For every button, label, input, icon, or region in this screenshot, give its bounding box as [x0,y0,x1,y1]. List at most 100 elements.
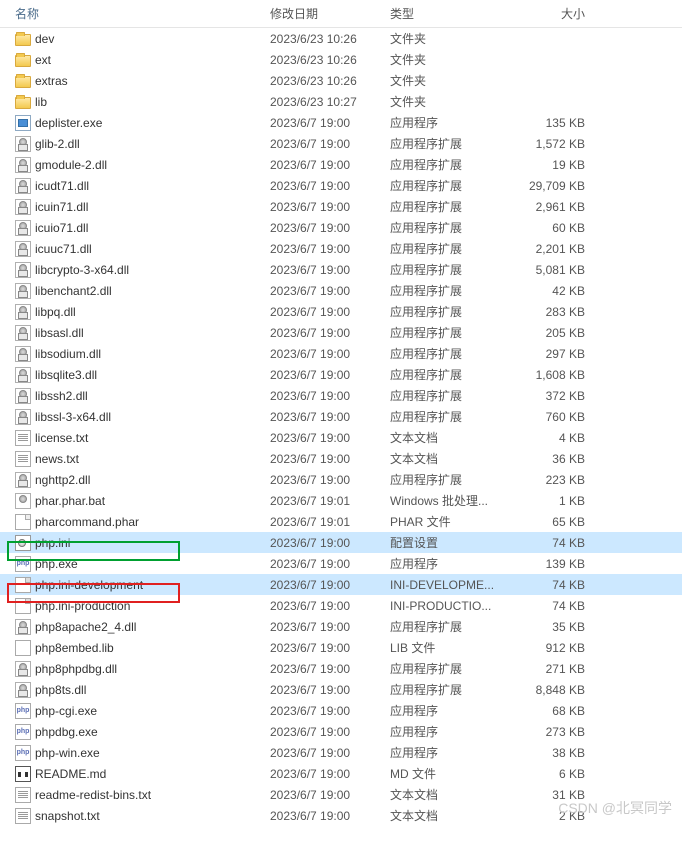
file-size: 42 KB [515,284,615,298]
file-name-cell: icuuc71.dll [15,241,270,257]
folder-icon [15,55,31,67]
file-row[interactable]: libsodium.dll2023/6/7 19:00应用程序扩展297 KB [0,343,682,364]
file-row[interactable]: phpphp.exe2023/6/7 19:00应用程序139 KB [0,553,682,574]
php-icon: php [15,724,31,740]
file-name: php8ts.dll [35,683,86,697]
dll-icon [15,304,31,320]
file-type: 应用程序 [390,702,515,719]
file-name: php8apache2_4.dll [35,620,136,634]
file-row[interactable]: php8apache2_4.dll2023/6/7 19:00应用程序扩展35 … [0,616,682,637]
file-name: php.ini [35,536,70,550]
file-row[interactable]: phar.phar.bat2023/6/7 19:01Windows 批处理..… [0,490,682,511]
php-icon: php [15,556,31,572]
column-header-date[interactable]: 修改日期 [270,5,390,22]
file-name: license.txt [35,431,88,445]
file-date: 2023/6/7 19:00 [270,179,390,193]
file-name-cell: libsqlite3.dll [15,367,270,383]
file-row[interactable]: php8embed.lib2023/6/7 19:00LIB 文件912 KB [0,637,682,658]
file-name-cell: php8ts.dll [15,682,270,698]
file-row[interactable]: libpq.dll2023/6/7 19:00应用程序扩展283 KB [0,301,682,322]
file-size: 29,709 KB [515,179,615,193]
file-name: php.ini-development [35,578,143,592]
php-icon: php [15,745,31,761]
file-row[interactable]: README.md2023/6/7 19:00MD 文件6 KB [0,763,682,784]
file-name-cell: lib [15,95,270,109]
file-name: icudt71.dll [35,179,89,193]
file-size: 223 KB [515,473,615,487]
file-row[interactable]: gmodule-2.dll2023/6/7 19:00应用程序扩展19 KB [0,154,682,175]
file-row[interactable]: php.ini2023/6/7 19:00配置设置74 KB [0,532,682,553]
file-row[interactable]: libsasl.dll2023/6/7 19:00应用程序扩展205 KB [0,322,682,343]
file-row[interactable]: libenchant2.dll2023/6/7 19:00应用程序扩展42 KB [0,280,682,301]
dll-icon [15,136,31,152]
file-size: 760 KB [515,410,615,424]
file-name-cell: extras [15,74,270,88]
file-row[interactable]: libssl-3-x64.dll2023/6/7 19:00应用程序扩展760 … [0,406,682,427]
file-row[interactable]: icudt71.dll2023/6/7 19:00应用程序扩展29,709 KB [0,175,682,196]
file-date: 2023/6/7 19:00 [270,809,390,823]
file-name-cell: news.txt [15,451,270,467]
file-row[interactable]: phpphpdbg.exe2023/6/7 19:00应用程序273 KB [0,721,682,742]
file-row[interactable]: deplister.exe2023/6/7 19:00应用程序135 KB [0,112,682,133]
file-size: 65 KB [515,515,615,529]
file-name-cell: phpphpdbg.exe [15,724,270,740]
file-date: 2023/6/7 19:00 [270,410,390,424]
file-name: php-win.exe [35,746,100,760]
file-date: 2023/6/7 19:00 [270,578,390,592]
file-row[interactable]: nghttp2.dll2023/6/7 19:00应用程序扩展223 KB [0,469,682,490]
file-type: 文件夹 [390,30,515,47]
file-type: 应用程序扩展 [390,345,515,362]
file-row[interactable]: php.ini-production2023/6/7 19:00INI-PROD… [0,595,682,616]
file-row[interactable]: libssh2.dll2023/6/7 19:00应用程序扩展372 KB [0,385,682,406]
file-type: 应用程序扩展 [390,198,515,215]
file-type: 文件夹 [390,93,515,110]
file-size: 1,608 KB [515,368,615,382]
file-row[interactable]: icuuc71.dll2023/6/7 19:00应用程序扩展2,201 KB [0,238,682,259]
file-size: 74 KB [515,578,615,592]
file-size: 297 KB [515,347,615,361]
file-date: 2023/6/7 19:00 [270,200,390,214]
file-size: 283 KB [515,305,615,319]
file-type: INI-PRODUCTIO... [390,599,515,613]
column-header-type[interactable]: 类型 [390,5,515,22]
file-date: 2023/6/7 19:01 [270,515,390,529]
file-name: phar.phar.bat [35,494,105,508]
file-row[interactable]: readme-redist-bins.txt2023/6/7 19:00文本文档… [0,784,682,805]
column-header-name[interactable]: 名称 [15,5,270,22]
file-date: 2023/6/7 19:00 [270,158,390,172]
file-row[interactable]: lib2023/6/23 10:27文件夹 [0,91,682,112]
file-type: 应用程序扩展 [390,660,515,677]
dll-icon [15,388,31,404]
file-row[interactable]: ext2023/6/23 10:26文件夹 [0,49,682,70]
file-type: 应用程序扩展 [390,135,515,152]
file-date: 2023/6/7 19:00 [270,536,390,550]
txt-icon [15,430,31,446]
file-row[interactable]: php8phpdbg.dll2023/6/7 19:00应用程序扩展271 KB [0,658,682,679]
file-row[interactable]: libsqlite3.dll2023/6/7 19:00应用程序扩展1,608 … [0,364,682,385]
file-row[interactable]: license.txt2023/6/7 19:00文本文档4 KB [0,427,682,448]
file-name-cell: libcrypto-3-x64.dll [15,262,270,278]
file-type: 应用程序扩展 [390,471,515,488]
file-row[interactable]: dev2023/6/23 10:26文件夹 [0,28,682,49]
file-row[interactable]: phpphp-win.exe2023/6/7 19:00应用程序38 KB [0,742,682,763]
file-type: 应用程序扩展 [390,324,515,341]
column-header-size[interactable]: 大小 [515,5,615,22]
file-row[interactable]: snapshot.txt2023/6/7 19:00文本文档2 KB [0,805,682,826]
file-name: libsqlite3.dll [35,368,97,382]
file-row[interactable]: php8ts.dll2023/6/7 19:00应用程序扩展8,848 KB [0,679,682,700]
file-row[interactable]: phpphp-cgi.exe2023/6/7 19:00应用程序68 KB [0,700,682,721]
file-name-cell: phar.phar.bat [15,493,270,509]
file-name-cell: libenchant2.dll [15,283,270,299]
file-row[interactable]: glib-2.dll2023/6/7 19:00应用程序扩展1,572 KB [0,133,682,154]
file-row[interactable]: icuio71.dll2023/6/7 19:00应用程序扩展60 KB [0,217,682,238]
file-row[interactable]: pharcommand.phar2023/6/7 19:01PHAR 文件65 … [0,511,682,532]
file-name: libsodium.dll [35,347,101,361]
file-row[interactable]: icuin71.dll2023/6/7 19:00应用程序扩展2,961 KB [0,196,682,217]
file-row[interactable]: libcrypto-3-x64.dll2023/6/7 19:00应用程序扩展5… [0,259,682,280]
file-name-cell: php8phpdbg.dll [15,661,270,677]
file-row[interactable]: extras2023/6/23 10:26文件夹 [0,70,682,91]
file-row[interactable]: php.ini-development2023/6/7 19:00INI-DEV… [0,574,682,595]
file-row[interactable]: news.txt2023/6/7 19:00文本文档36 KB [0,448,682,469]
file-date: 2023/6/7 19:00 [270,704,390,718]
file-type: 应用程序扩展 [390,240,515,257]
